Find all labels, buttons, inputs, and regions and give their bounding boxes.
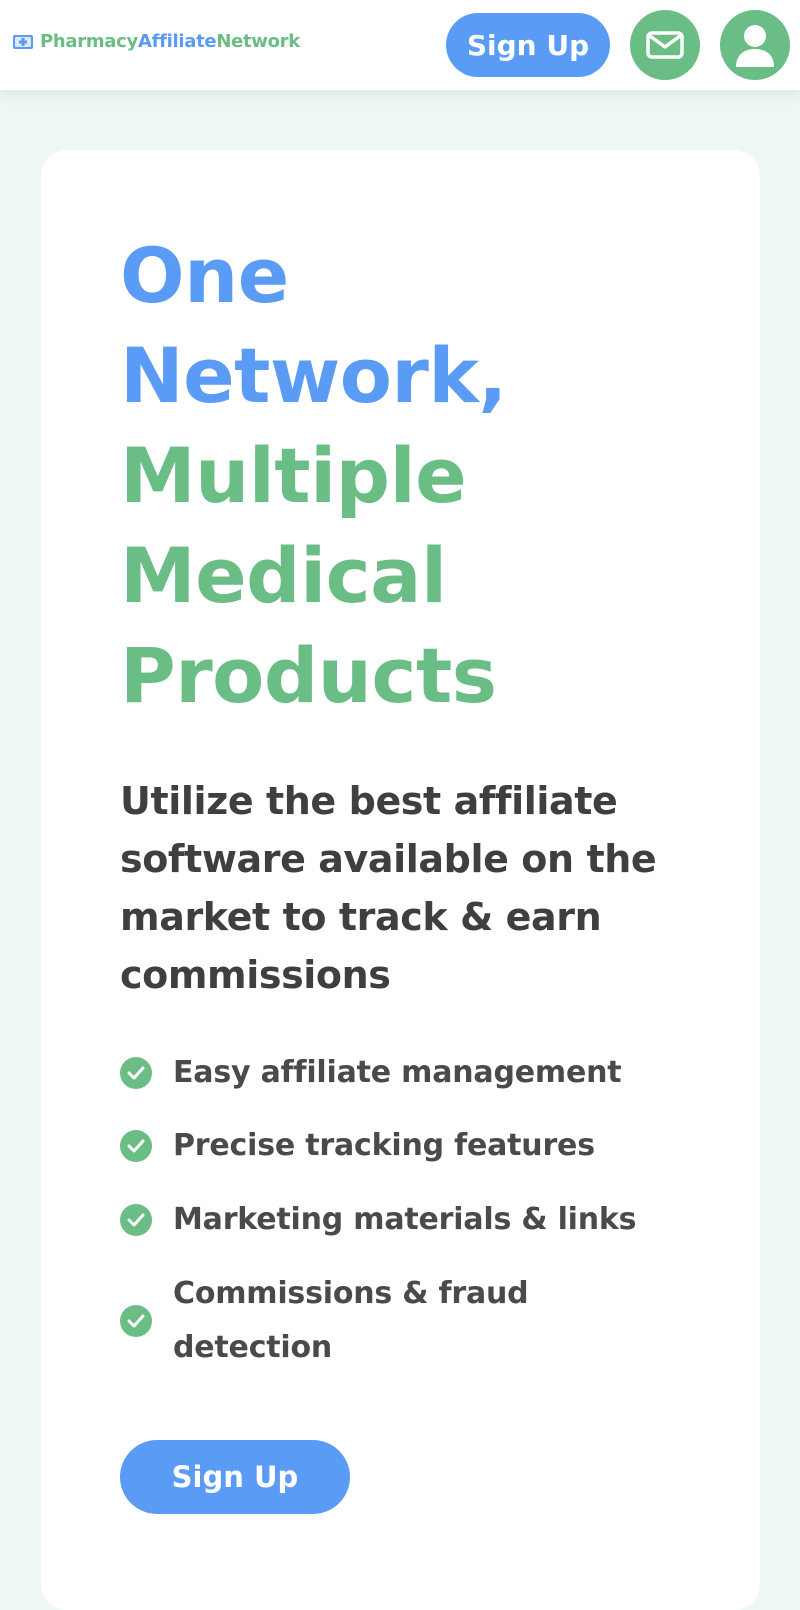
hero-sign-up-button[interactable]: Sign Up [120,1440,350,1514]
site-logo[interactable]: Pharmacy Affiliate Network [12,31,300,52]
mail-icon [646,31,684,59]
mail-button[interactable] [630,10,700,80]
check-circle-icon [120,1057,152,1089]
check-circle-icon [120,1130,152,1162]
headline-line-3: Multiple [120,431,467,520]
top-header: Pharmacy Affiliate Network Sign Up [0,0,800,90]
feature-label: Precise tracking features [173,1128,595,1163]
feature-label: Marketing materials & links [173,1202,637,1237]
headline-line-1: One [120,231,289,320]
headline-line-5: Products [120,631,497,720]
feature-item: Commissions & fraud detection [120,1267,640,1375]
medical-plus-icon [13,34,33,49]
feature-label: Easy affiliate management [173,1055,622,1090]
feature-item: Easy affiliate management [120,1046,640,1100]
feature-item: Marketing materials & links [120,1193,640,1247]
check-circle-icon [120,1305,152,1337]
feature-item: Precise tracking features [120,1119,640,1173]
feature-label: Commissions & fraud detection [173,1276,529,1365]
headline-line-4: Medical [120,531,447,620]
hero-headline: One Network, Multiple Medical Products [120,226,507,726]
headline-line-2: Network, [120,331,507,420]
user-account-button[interactable] [720,10,790,80]
logo-text-pharmacy: Pharmacy [40,31,138,52]
user-icon [736,25,774,67]
logo-text-affiliate: Affiliate [137,31,217,52]
header-sign-up-button[interactable]: Sign Up [446,13,610,77]
hero-subheadline: Utilize the best affiliate software avai… [120,779,657,997]
logo-text-network: Network [216,31,300,52]
check-circle-icon [120,1204,152,1236]
